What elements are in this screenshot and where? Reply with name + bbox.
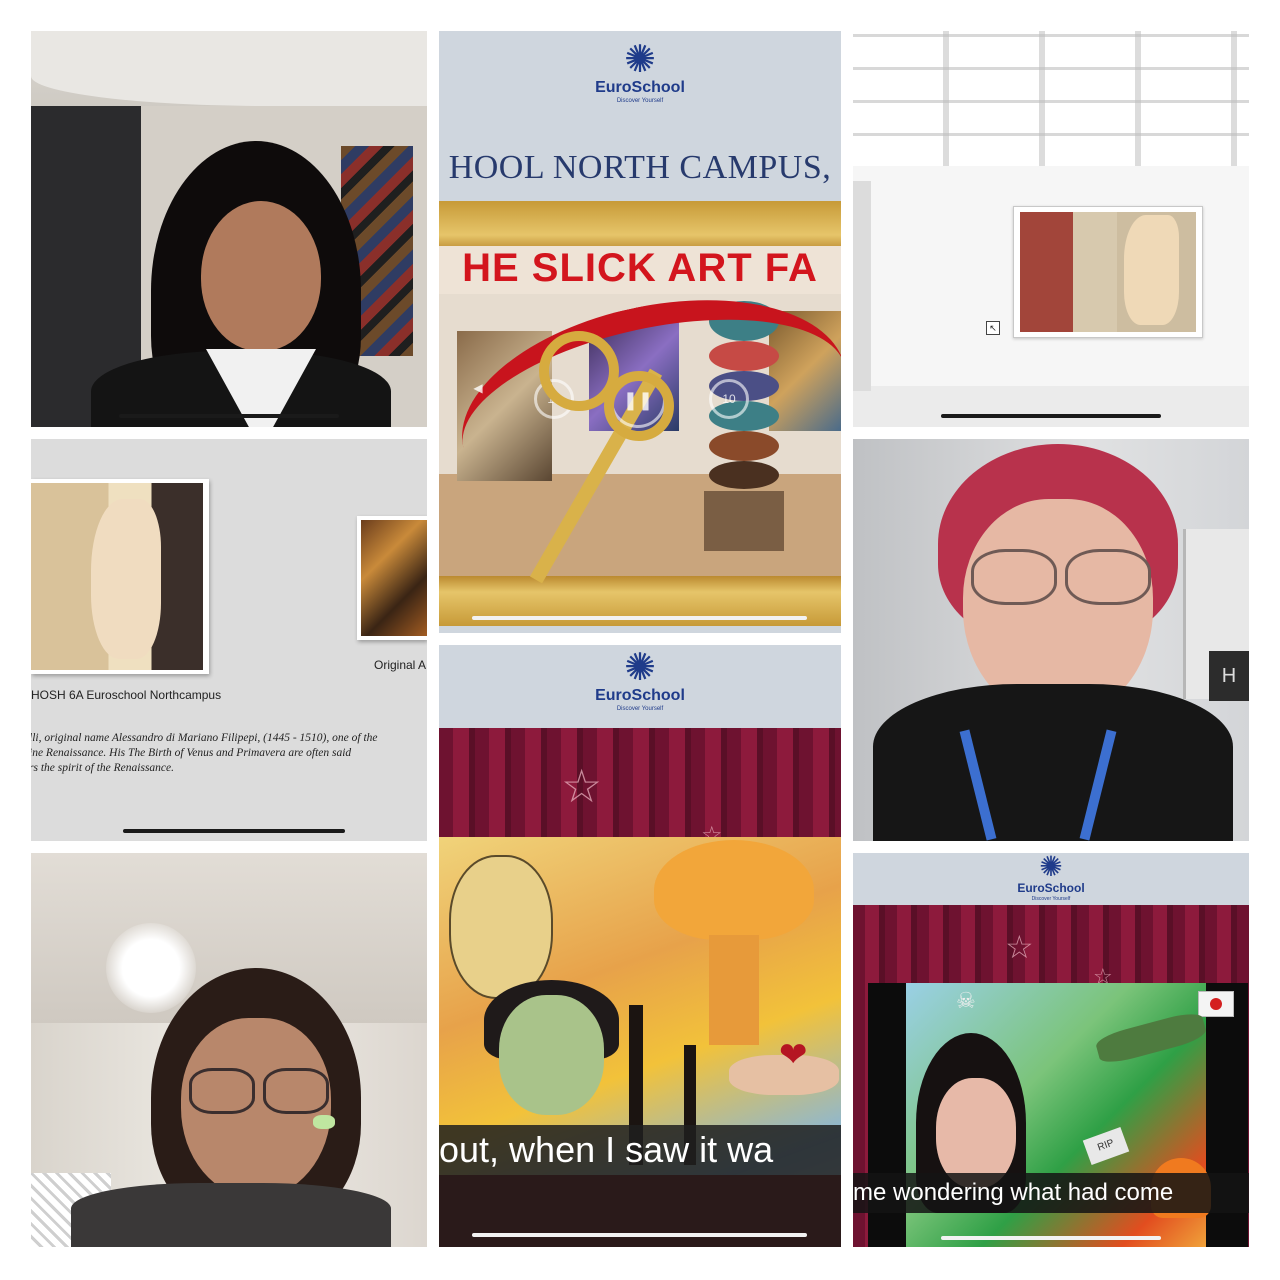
euroschool-logo: ✺ EuroSchool Discover Yourself bbox=[991, 853, 1111, 903]
participant-video-2[interactable]: H bbox=[853, 439, 1249, 841]
art-fair-video[interactable]: ✺ EuroSchool Discover Yourself HOOL NORT… bbox=[439, 31, 841, 633]
original-label: Original A bbox=[374, 658, 427, 672]
glasses-icon bbox=[189, 1068, 255, 1114]
home-indicator bbox=[941, 1236, 1161, 1240]
gallery-floor bbox=[853, 386, 1249, 427]
home-indicator bbox=[123, 829, 345, 833]
logo-tagline: Discover Yourself bbox=[616, 98, 664, 104]
subtitle-text: me wondering what had come bbox=[853, 1179, 1174, 1206]
student-artwork bbox=[31, 479, 209, 674]
participant-body bbox=[71, 1183, 391, 1247]
mushroom-cloud-stem bbox=[709, 935, 759, 1045]
glasses-icon bbox=[971, 549, 1057, 605]
ceiling-light bbox=[106, 923, 196, 1013]
skip-back-icon[interactable]: ◀ bbox=[461, 371, 495, 405]
artwork-image bbox=[361, 520, 427, 636]
home-indicator bbox=[941, 414, 1161, 418]
fair-title: HE SLICK ART FA bbox=[462, 246, 818, 290]
painting-video[interactable]: ✺ EuroSchool Discover Yourself ☆ ☆ ☠ RIP… bbox=[853, 853, 1249, 1247]
snowflake-logo-icon: ✺ bbox=[1039, 853, 1063, 882]
description-line: rs the spirit of the Renaissance. bbox=[31, 762, 175, 774]
description-line: lli, original name Alessandro di Mariano… bbox=[31, 732, 378, 744]
wall-sign: H bbox=[1209, 651, 1249, 701]
artwork-profile bbox=[1124, 215, 1179, 325]
logo-tagline: Discover Yourself bbox=[1031, 896, 1071, 902]
pointer-cursor-icon: ↖ bbox=[986, 321, 1000, 335]
glasses-icon bbox=[1065, 549, 1151, 605]
home-indicator bbox=[472, 1233, 807, 1237]
participant-body bbox=[873, 684, 1233, 841]
skull-icon: ☠ bbox=[956, 988, 976, 1013]
star-icon: ☆ bbox=[561, 760, 603, 812]
artwork-profile bbox=[91, 499, 161, 659]
framed-artwork[interactable] bbox=[1013, 206, 1203, 338]
participant-video-3[interactable] bbox=[31, 853, 427, 1247]
mushroom-cloud bbox=[654, 840, 814, 940]
gallery-side-wall bbox=[853, 181, 871, 391]
subtitle-text: out, when I saw it wa bbox=[439, 1129, 774, 1170]
pedestal bbox=[704, 491, 784, 551]
stage-video[interactable]: ✺ EuroSchool Discover Yourself ☆ ☆ ❤ out… bbox=[439, 645, 841, 1247]
rip-sign: RIP bbox=[1082, 1126, 1130, 1166]
scissors-handle bbox=[604, 371, 674, 441]
glasses-icon bbox=[263, 1068, 329, 1114]
heart-icon: ❤ bbox=[779, 1036, 808, 1074]
campus-banner: HOOL NORTH CAMPUS, bbox=[448, 149, 832, 186]
snowflake-logo-icon: ✺ bbox=[624, 647, 656, 689]
logo-tagline: Discover Yourself bbox=[616, 706, 664, 712]
description-line: ine Renaissance. His The Birth of Venus … bbox=[31, 747, 352, 759]
forward-10-icon[interactable]: 10 bbox=[709, 379, 749, 419]
home-indicator bbox=[472, 616, 807, 620]
euroschool-logo: ✺ EuroSchool Discover Yourself bbox=[570, 649, 710, 713]
virtual-gallery-view[interactable]: ↖ bbox=[853, 31, 1249, 427]
snowflake-logo-icon: ✺ bbox=[624, 39, 656, 81]
painted-face bbox=[499, 995, 604, 1115]
presentation-slide[interactable]: Original A HOSH 6A Euroschool Northcampu… bbox=[31, 439, 427, 841]
logo-name: EuroSchool bbox=[595, 687, 685, 704]
gallery-ceiling-grid bbox=[853, 31, 1249, 166]
original-artwork bbox=[357, 516, 427, 640]
painted-face bbox=[936, 1078, 1016, 1188]
logo-name: EuroSchool bbox=[595, 79, 685, 96]
participant-video-1[interactable] bbox=[31, 31, 427, 427]
home-indicator bbox=[119, 414, 339, 418]
light-reflection bbox=[313, 1115, 335, 1129]
star-icon: ☆ bbox=[1005, 929, 1034, 965]
artist-credit: HOSH 6A Euroschool Northcampus bbox=[31, 688, 222, 702]
painted-face bbox=[449, 855, 553, 999]
japan-flag bbox=[1198, 991, 1234, 1017]
artist-description: lli, original name Alessandro di Mariano… bbox=[31, 731, 427, 776]
participant-face bbox=[201, 201, 321, 351]
euroschool-logo: ✺ EuroSchool Discover Yourself bbox=[580, 41, 700, 105]
painted-plane bbox=[1093, 1009, 1209, 1067]
logo-name: EuroSchool bbox=[1017, 881, 1085, 895]
room-ceiling bbox=[31, 31, 427, 106]
